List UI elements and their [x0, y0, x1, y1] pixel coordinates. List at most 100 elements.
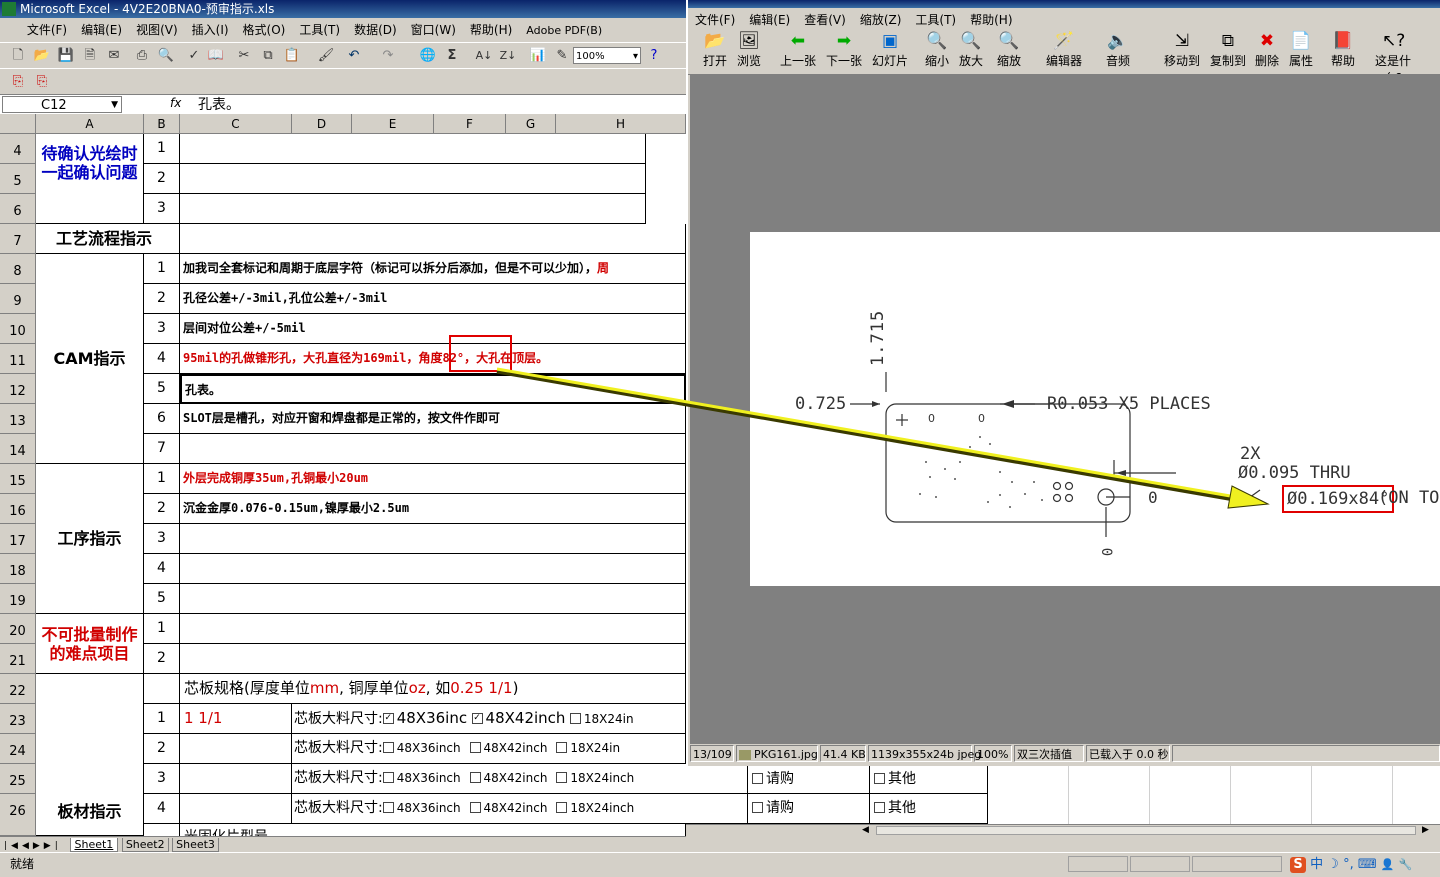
worksheet-grid-right[interactable]: 请购 其他 请购 其他 ◀ ▶ [686, 766, 1440, 837]
checkbox[interactable] [752, 772, 763, 784]
cell-number[interactable]: 1 [144, 134, 180, 164]
cell-proc-text-5[interactable] [180, 584, 686, 614]
checkbox[interactable] [569, 712, 581, 724]
scroll-left-icon[interactable]: ◀ [862, 825, 869, 835]
cell-blank[interactable] [180, 614, 686, 644]
pdf-email-icon[interactable]: ⎘ [32, 72, 52, 92]
hyperlink-icon[interactable]: 🌐 [418, 46, 438, 66]
cell-material-label[interactable]: 板材指示 [36, 674, 144, 836]
copy-icon[interactable]: ⧉ [258, 46, 278, 66]
open-icon[interactable]: 📂 [32, 46, 52, 66]
cell-number[interactable]: 4 [144, 554, 180, 584]
spelling-icon[interactable]: ✓ [184, 46, 204, 66]
cell-number[interactable]: 2 [144, 284, 180, 314]
col-header-d[interactable]: D [292, 114, 352, 134]
print-icon[interactable]: ⎙ [132, 46, 152, 66]
col-header-h[interactable]: H [556, 114, 686, 134]
horizontal-scrollbar[interactable]: ◀ ▶ [686, 824, 1440, 837]
drawing-icon[interactable]: ✎ [552, 46, 572, 66]
cut-icon[interactable]: ✂ [234, 46, 254, 66]
cell-number[interactable]: 1 [144, 254, 180, 284]
chart-wizard-icon[interactable]: 📊 [528, 46, 548, 66]
properties-button[interactable]: 📄 属性 [1286, 30, 1316, 69]
fx-icon[interactable]: fx [170, 96, 181, 110]
paste-icon[interactable]: 📋 [282, 46, 302, 66]
cell-blank[interactable] [180, 644, 686, 674]
cell-number[interactable]: 2 [144, 164, 180, 194]
checkbox[interactable] [556, 741, 568, 753]
cell-cam-label[interactable]: CAM指示 [36, 254, 144, 464]
checkbox[interactable] [556, 801, 568, 813]
move-to-button[interactable]: ⇲ 移动到 [1162, 30, 1202, 69]
cell-blank[interactable] [180, 764, 292, 794]
print-preview-icon[interactable]: 🔍 [156, 46, 176, 66]
row-header[interactable]: 20 [0, 614, 36, 644]
cell-blank[interactable] [180, 734, 292, 764]
menu-window[interactable]: 窗口(W) [404, 18, 463, 42]
keyboard-icon[interactable]: ⌨ [1358, 857, 1377, 872]
help-icon[interactable]: ? [644, 46, 664, 66]
cell-confirm-label[interactable]: 待确认光绘时一起确认问题 [36, 134, 144, 224]
cell-blank[interactable] [180, 194, 646, 224]
row-header[interactable]: 15 [0, 464, 36, 494]
row-header[interactable]: 24 [0, 734, 36, 764]
prev-button[interactable]: ⬅ 上一张 [776, 30, 820, 69]
cell-number[interactable]: 4 [144, 794, 180, 824]
scroll-right-icon[interactable]: ▶ [1422, 825, 1429, 835]
zoom-button[interactable]: 🔍 缩放 [992, 30, 1026, 69]
checkbox[interactable] [874, 772, 885, 784]
col-header-e[interactable]: E [352, 114, 434, 134]
row-header[interactable]: 18 [0, 554, 36, 584]
sort-descending-icon[interactable]: Z↓ [498, 46, 518, 66]
next-button[interactable]: ➡ 下一张 [822, 30, 866, 69]
halfwidth-icon[interactable]: ☽ [1327, 857, 1339, 872]
checkbox[interactable] [874, 801, 885, 813]
cell-number[interactable]: 1 [144, 614, 180, 644]
cell-number[interactable]: 6 [144, 404, 180, 434]
format-painter-icon[interactable]: 🖌 [316, 46, 336, 66]
email-icon[interactable]: ✉ [104, 46, 124, 66]
col-header-a[interactable]: A [36, 114, 144, 134]
cell-process-label[interactable]: 工艺流程指示 [36, 224, 180, 254]
cell-cam-text-4[interactable]: 95mil的孔做锥形孔，大孔直径为169mil，角度82°，大孔在顶层。 [180, 344, 686, 374]
audio-button[interactable]: 🔈 音频 [1102, 30, 1134, 69]
cell-number[interactable]: 2 [144, 644, 180, 674]
col-header-c[interactable]: C [180, 114, 292, 134]
size-option-row-2[interactable]: 芯板大料尺寸: 48X36inch 48X42inch 18X24in [292, 734, 686, 764]
menu-tools[interactable]: 工具(T) [292, 18, 347, 42]
cell-option-other[interactable]: 其他 [870, 766, 988, 794]
redo-icon[interactable]: ↷ [378, 46, 398, 66]
sheet-tab-3[interactable]: Sheet3 [172, 838, 219, 852]
cell-number[interactable]: 5 [144, 374, 180, 404]
col-header-f[interactable]: F [434, 114, 506, 134]
cell-option-purchase[interactable]: 请购 [748, 794, 870, 824]
row-header[interactable]: 17 [0, 524, 36, 554]
cell-option-other[interactable]: 其他 [870, 794, 988, 824]
checkbox[interactable] [469, 771, 481, 783]
cell-cam-text-6[interactable]: SLOT层是槽孔，对应开窗和焊盘都是正常的，按文件作即可 [180, 404, 686, 434]
menu-adobe-pdf[interactable]: Adobe PDF(B) [519, 19, 609, 43]
cell-blank[interactable] [144, 824, 180, 836]
row-header[interactable]: 19 [0, 584, 36, 614]
row-header[interactable]: 11 [0, 344, 36, 374]
row-header[interactable]: 8 [0, 254, 36, 284]
checkbox[interactable] [469, 741, 481, 753]
user-icon[interactable]: 👤 [1381, 858, 1395, 871]
cell-next-row[interactable]: 光固化片型号 [180, 824, 686, 836]
open-button[interactable]: 📂 打开 [700, 30, 730, 69]
sort-ascending-icon[interactable]: A↓ [474, 46, 494, 66]
cell-hard-label[interactable]: 不可批量制作的难点项目 [36, 614, 144, 674]
row-header[interactable]: 25 [0, 764, 36, 794]
col-header-b[interactable]: B [144, 114, 180, 134]
editor-button[interactable]: 🪄 编辑器 [1044, 30, 1084, 69]
cell-number[interactable]: 3 [144, 194, 180, 224]
cell-cam-text-2[interactable]: 孔径公差+/-3mil,孔位公差+/-3mil [180, 284, 686, 314]
row-header[interactable]: 9 [0, 284, 36, 314]
save-icon[interactable]: 💾 [56, 46, 76, 66]
cell-material-value-1[interactable]: 1 1/1 [180, 704, 292, 734]
checkbox[interactable] [382, 741, 394, 753]
menu-data[interactable]: 数据(D) [347, 18, 404, 42]
cell-blank[interactable] [686, 794, 748, 824]
cell-blank[interactable] [686, 766, 748, 794]
scrollbar-thumb[interactable] [876, 826, 1416, 835]
